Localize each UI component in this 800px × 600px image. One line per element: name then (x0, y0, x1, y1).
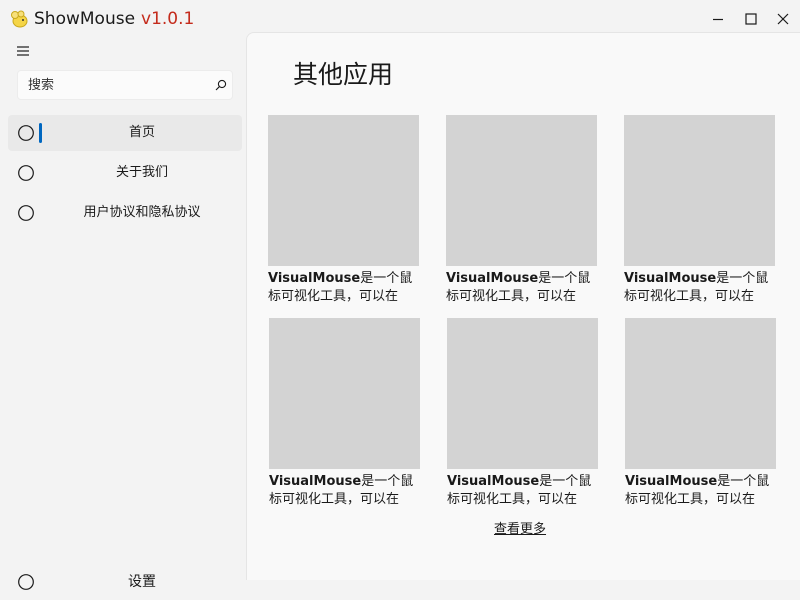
app-description: VisualMouse是一个鼠标可视化工具，可以在 (447, 473, 599, 509)
sidebar-item-label: 设置 (128, 574, 156, 590)
yellow-mouse-icon (9, 9, 29, 29)
app-description: VisualMouse是一个鼠标可视化工具，可以在 (624, 270, 776, 306)
menu-toggle-button[interactable] (14, 42, 32, 60)
search-icon[interactable] (214, 78, 228, 92)
app-brand: VisualMouse (446, 271, 539, 286)
view-more-link[interactable]: 查看更多 (494, 521, 546, 539)
app-brand: VisualMouse (624, 271, 717, 286)
maximize-button[interactable] (740, 8, 762, 30)
app-thumbnail[interactable] (269, 318, 420, 469)
app-window: ShowMouse v1.0.1 搜索 首页 关于我们 用户协议和隐私协议 设置… (0, 0, 800, 600)
app-thumbnail[interactable] (625, 318, 776, 469)
app-thumbnail[interactable] (447, 318, 598, 469)
page-title: 其他应用 (293, 60, 394, 89)
search-input[interactable] (18, 71, 208, 99)
sidebar-item-label: 关于我们 (115, 165, 168, 180)
content-panel: 其他应用 VisualMouse是一个鼠标可视化工具，可以在 VisualMou… (246, 32, 800, 580)
app-card[interactable]: VisualMouse是一个鼠标可视化工具，可以在 (446, 115, 598, 311)
app-thumbnail[interactable] (446, 115, 597, 266)
app-name: ShowMouse (34, 9, 136, 29)
app-description: VisualMouse是一个鼠标可视化工具，可以在 (446, 270, 598, 306)
app-brand: VisualMouse (447, 474, 540, 489)
close-icon (777, 13, 789, 25)
sidebar-item-settings[interactable]: 设置 (8, 566, 242, 598)
sidebar-item-label: 用户协议和隐私协议 (83, 205, 201, 220)
app-title: ShowMouse v1.0.1 (34, 8, 194, 30)
app-card[interactable]: VisualMouse是一个鼠标可视化工具，可以在 (447, 318, 599, 514)
sidebar-item-home[interactable]: 首页 (8, 115, 242, 151)
circle-icon (17, 204, 35, 222)
app-description: VisualMouse是一个鼠标可视化工具，可以在 (269, 473, 421, 509)
search-box[interactable] (17, 70, 233, 100)
app-brand: VisualMouse (269, 474, 362, 489)
close-button[interactable] (772, 8, 794, 30)
sidebar-item-agreement[interactable]: 用户协议和隐私协议 (8, 195, 242, 231)
app-version: v1.0.1 (141, 9, 195, 29)
circle-icon (17, 124, 35, 142)
app-card[interactable]: VisualMouse是一个鼠标可视化工具，可以在 (625, 318, 777, 514)
hamburger-menu-icon (17, 46, 29, 56)
app-thumbnail[interactable] (624, 115, 775, 266)
app-description: VisualMouse是一个鼠标可视化工具，可以在 (268, 270, 420, 306)
minimize-button[interactable] (707, 8, 729, 30)
app-card[interactable]: VisualMouse是一个鼠标可视化工具，可以在 (624, 115, 776, 311)
sidebar-item-about[interactable]: 关于我们 (8, 155, 242, 191)
minimize-icon (713, 18, 723, 21)
maximize-icon (745, 13, 757, 25)
app-brand: VisualMouse (268, 271, 361, 286)
app-card[interactable]: VisualMouse是一个鼠标可视化工具，可以在 (268, 115, 420, 311)
app-brand: VisualMouse (625, 474, 718, 489)
circle-icon (17, 164, 35, 182)
app-card[interactable]: VisualMouse是一个鼠标可视化工具，可以在 (269, 318, 421, 514)
circle-icon (17, 573, 35, 591)
app-description: VisualMouse是一个鼠标可视化工具，可以在 (625, 473, 777, 509)
app-thumbnail[interactable] (268, 115, 419, 266)
sidebar-item-label: 首页 (128, 125, 155, 140)
